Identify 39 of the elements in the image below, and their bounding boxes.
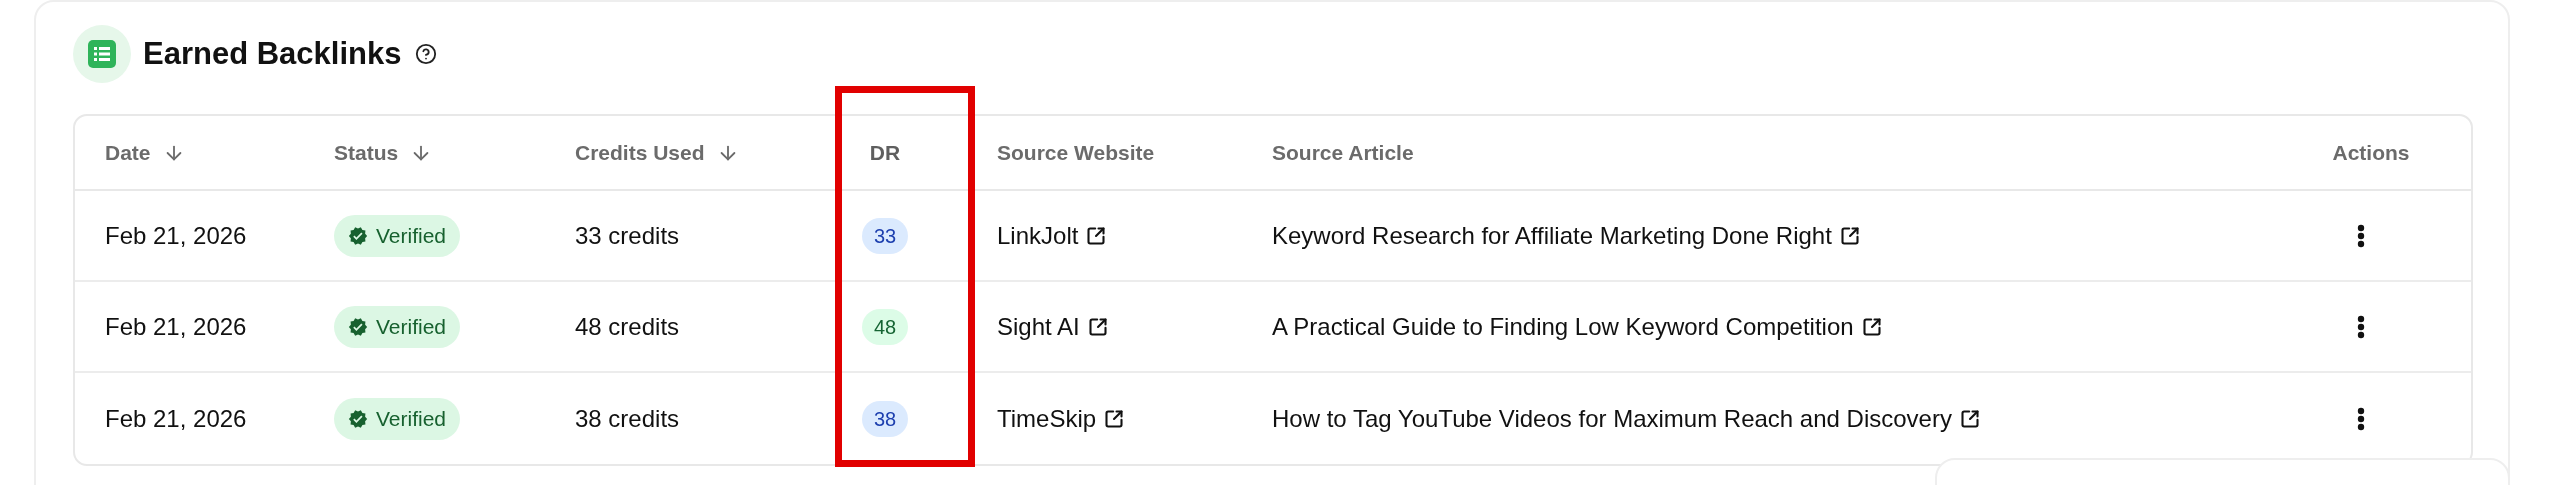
article-link[interactable]: Keyword Research for Affiliate Marketing Done Right [1272, 217, 1860, 254]
status-badge: Verified [334, 305, 461, 348]
more-options-icon [2357, 314, 2365, 339]
column-header: Source Website [997, 139, 1155, 166]
website-link[interactable]: Sight AI [997, 308, 1108, 345]
table-cell-text: 38 credits [575, 403, 680, 434]
external-link-icon [1086, 225, 1107, 246]
rating-badge: 33 [861, 217, 909, 254]
table-cell-text: Feb 21, 2026 [105, 311, 247, 342]
table-cell-text: Feb 21, 2026 [105, 220, 247, 251]
table-cell-text: 33 credits [575, 220, 680, 251]
external-link-icon [1861, 316, 1882, 337]
section-title: Earned Backlinks [143, 34, 402, 73]
website-link[interactable]: TimeSkip [997, 400, 1125, 437]
table-cell-text: 48 credits [575, 311, 680, 342]
column-header[interactable]: Status [334, 136, 433, 169]
verified-icon [348, 316, 368, 337]
external-link-icon [1104, 408, 1125, 429]
article-link[interactable]: A Practical Guide to Finding Low Keyword Competition [1272, 308, 1882, 345]
external-link-icon [1959, 408, 1980, 429]
status-badge: Verified [334, 214, 461, 257]
rating-badge: 48 [861, 308, 909, 345]
column-header[interactable]: Date [105, 136, 185, 169]
external-link-icon [1087, 316, 1108, 337]
rating-badge: 38 [861, 400, 909, 437]
column-header: Source Article [1272, 139, 1414, 166]
verified-icon [348, 225, 368, 246]
article-link[interactable]: How to Tag YouTube Videos for Maximum Reach and Discovery [1272, 400, 1980, 437]
column-header[interactable]: Credits Used [575, 136, 739, 169]
website-link[interactable]: LinkJolt [997, 217, 1107, 254]
help-icon[interactable] [415, 43, 438, 65]
external-link-icon [1839, 225, 1860, 246]
status-badge: Verified [334, 397, 461, 440]
column-header: Actions [2332, 139, 2410, 166]
more-options-icon [2357, 223, 2365, 248]
column-header: DR [869, 139, 901, 166]
more-options-icon [2357, 406, 2365, 431]
verified-icon [348, 408, 368, 429]
table-cell-text: Feb 21, 2026 [105, 403, 247, 434]
